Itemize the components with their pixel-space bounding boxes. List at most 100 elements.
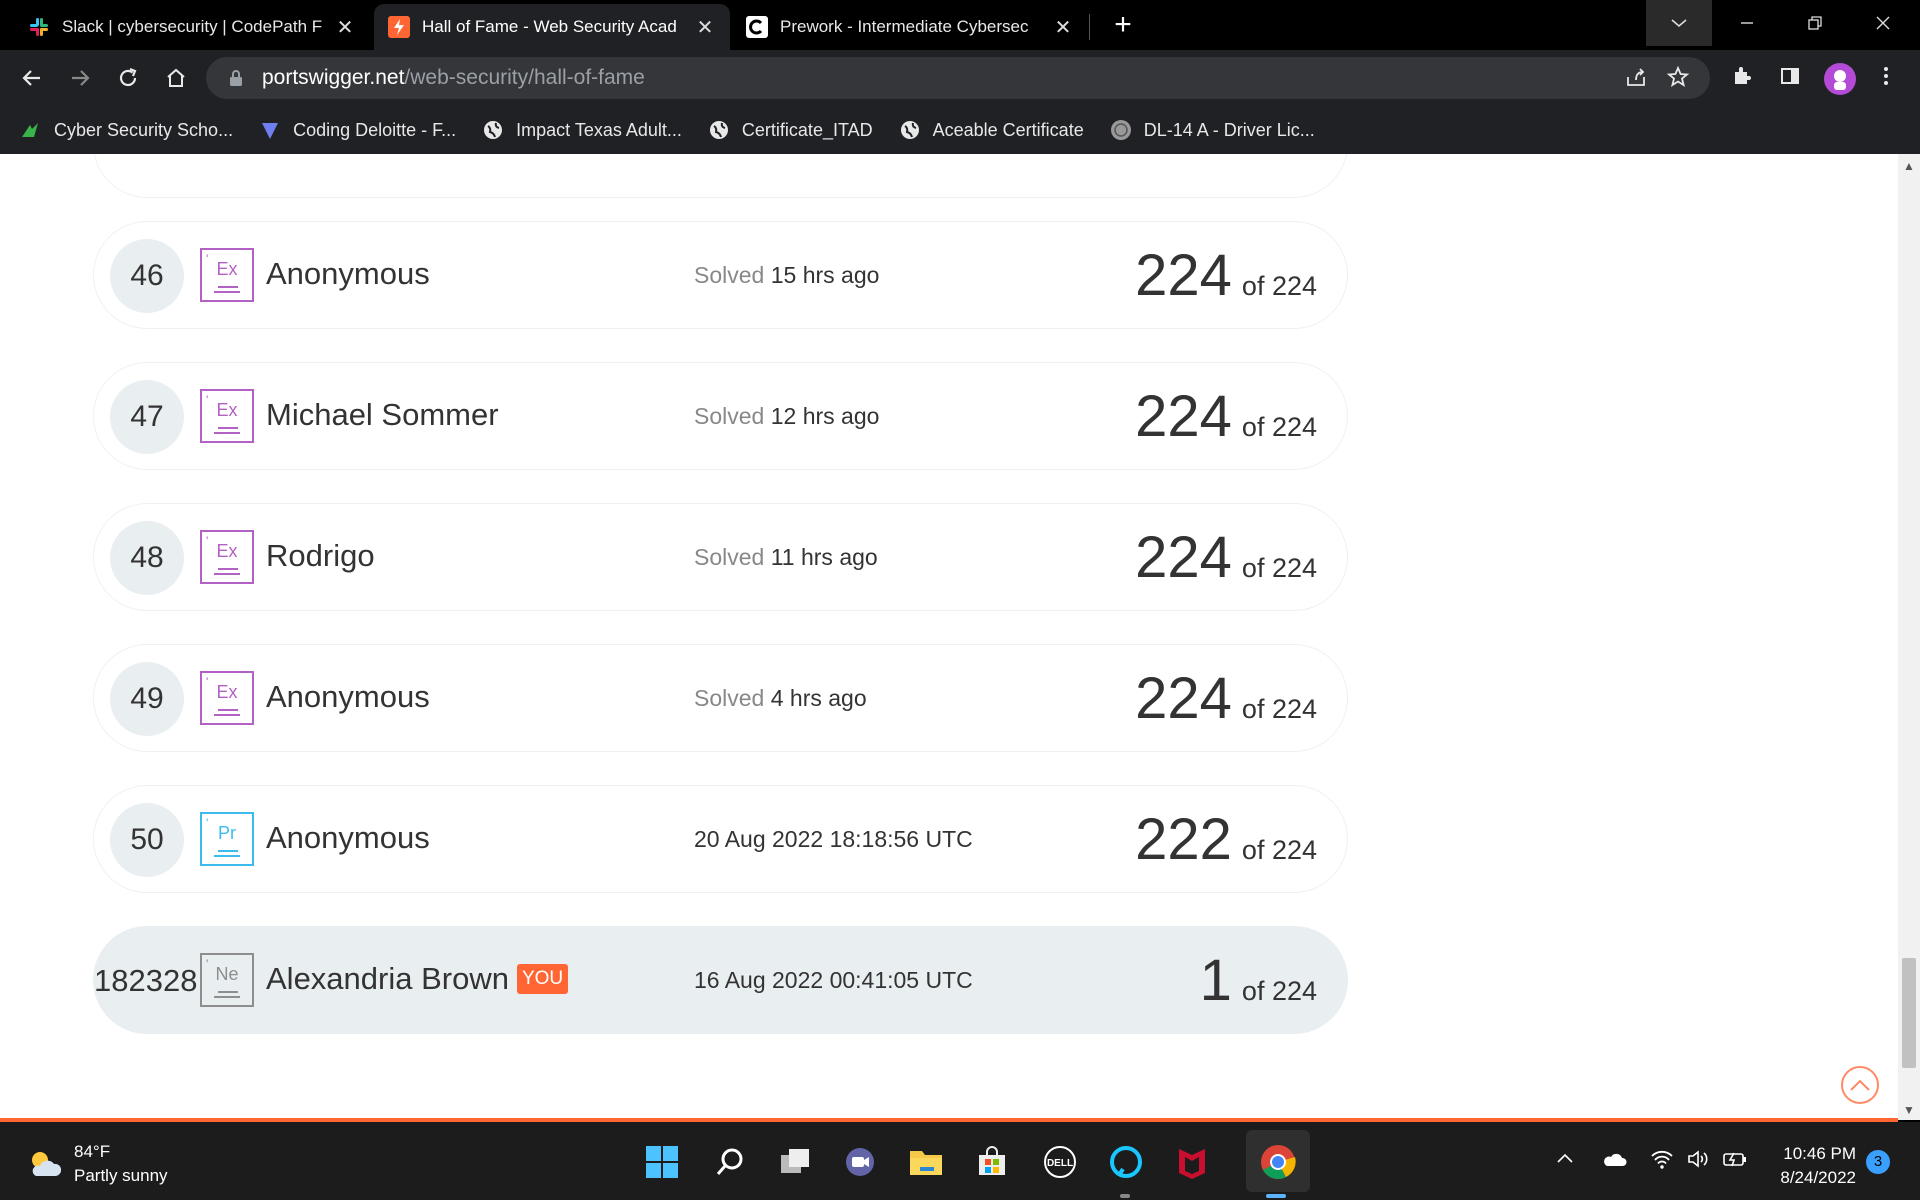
user-name-text: Anonymous [266,820,430,855]
reload-button[interactable] [108,58,148,98]
expert-badge-icon: ' Ex [200,671,254,725]
rank-number: 46 [110,239,184,313]
score-total: of 224 [1241,694,1317,724]
globe-icon [709,121,728,139]
clock-time: 10:46 PM [1783,1144,1856,1163]
windows-taskbar: 84°F Partly sunny DELL 10:46 PM 8/24/202… [0,1122,1920,1200]
codepath-icon [746,16,768,38]
task-view-icon[interactable] [776,1142,816,1182]
windows-start-icon[interactable] [642,1142,682,1182]
tab-separator [1089,14,1090,40]
side-panel-icon[interactable] [1776,64,1804,92]
leaderboard-row: 50 ' Pr Anonymous 20 Aug 2022 18:18:56 UT… [93,785,1348,893]
address-bar[interactable]: portswigger.net/web-security/hall-of-fam… [206,57,1710,99]
user-name-text: Anonymous [266,679,430,714]
rank-number: 49 [110,662,184,736]
onedrive-cloud-icon[interactable] [1602,1148,1628,1176]
notification-count-badge[interactable]: 3 [1866,1150,1890,1174]
wifi-icon[interactable] [1650,1148,1674,1176]
tab-slack[interactable]: Slack | cybersecurity | CodePath F ✕ [14,4,370,50]
user-name: Anonymous [266,256,430,292]
bookmark-item[interactable]: Certificate_ITAD [708,119,873,141]
score-value: 224 [1135,525,1232,590]
chrome-icon[interactable] [1258,1142,1298,1182]
bookmark-label: Aceable Certificate [932,119,1084,140]
badge-label: Ex [216,400,238,420]
close-tab-icon[interactable]: ✕ [334,15,356,40]
globe-icon [484,121,503,139]
score-value: 222 [1135,807,1232,872]
globe-icon [900,121,919,139]
solved-label: Solved [694,403,765,429]
url-path: /web-security/hall-of-fame [404,66,645,89]
alexa-icon[interactable] [1106,1142,1146,1182]
back-button[interactable] [12,58,52,98]
score-total: of 224 [1241,412,1317,442]
profile-avatar[interactable] [1824,63,1856,95]
running-indicator-active [1266,1194,1286,1198]
extensions-icon[interactable] [1728,64,1756,92]
scrollbar-thumb[interactable] [1902,958,1916,1068]
home-button[interactable] [156,58,196,98]
bookmark-item[interactable]: DL-14 A - Driver Lic... [1110,119,1315,141]
bookmarks-bar: Cyber Security Scho... Coding Deloitte -… [0,106,1920,154]
forward-button[interactable] [60,58,100,98]
score: 222 of 224 [1135,806,1317,873]
score-total: of 224 [1241,835,1317,865]
teams-chat-icon[interactable] [840,1142,880,1182]
minimize-button[interactable] [1714,0,1780,46]
seal-icon [1110,120,1131,140]
restore-button[interactable] [1782,0,1848,46]
bookmark-item[interactable]: Cyber Security Scho... [20,119,233,141]
microsoft-store-icon[interactable] [972,1142,1012,1182]
close-tab-icon[interactable]: ✕ [694,15,716,40]
score: 224 of 224 [1135,524,1317,591]
bookmark-leaf-icon [22,123,38,137]
bookmark-label: Certificate_ITAD [741,119,873,140]
portswigger-icon [388,16,410,38]
system-clock[interactable]: 10:46 PM 8/24/2022 [1760,1142,1856,1190]
volume-icon[interactable] [1686,1148,1710,1176]
solved-label: Solved [694,262,765,288]
battery-charging-icon[interactable] [1722,1148,1748,1176]
weather-condition: Partly sunny [74,1166,168,1185]
menu-kebab-icon[interactable] [1872,64,1900,92]
score: 224 of 224 [1135,242,1317,309]
scroll-up-arrow-icon[interactable]: ▲ [1898,156,1920,176]
browser-toolbar: portswigger.net/web-security/hall-of-fam… [0,50,1920,106]
close-tab-icon[interactable]: ✕ [1052,15,1074,40]
mcafee-icon[interactable] [1172,1142,1212,1182]
dell-icon[interactable]: DELL [1040,1142,1080,1182]
file-explorer-icon[interactable] [906,1142,946,1182]
solved-time: Solved 11 hrs ago [694,544,878,571]
share-icon[interactable] [1622,65,1650,93]
practitioner-badge-icon: ' Pr [200,812,254,866]
weather-widget[interactable]: 84°F Partly sunny [26,1140,168,1188]
tab-search-button[interactable] [1646,0,1712,46]
leaderboard-row: 47 ' Ex Michael Sommer Solved 12 hrs ago … [93,362,1348,470]
svg-text:DELL: DELL [1047,1158,1073,1169]
page-scrollbar[interactable]: ▲ ▼ [1898,154,1920,1120]
bookmark-star-icon[interactable] [1664,65,1692,93]
close-window-button[interactable] [1850,0,1916,46]
search-icon[interactable] [710,1142,750,1182]
new-tab-button[interactable]: + [1106,8,1140,42]
score: 224 of 224 [1135,383,1317,450]
user-name-text: Rodrigo [266,538,375,573]
scroll-to-top-button[interactable] [1841,1066,1879,1104]
bookmark-item[interactable]: Coding Deloitte - F... [259,119,456,141]
bookmark-label: Impact Texas Adult... [516,119,682,140]
solved-time-value: 4 hrs ago [770,685,867,711]
score: 224 of 224 [1135,665,1317,732]
tab-prework[interactable]: Prework - Intermediate Cybersec ✕ [732,4,1088,50]
score-total: of 224 [1241,271,1317,301]
tab-hall-of-fame[interactable]: Hall of Fame - Web Security Acad ✕ [374,4,730,50]
completion-date: 20 Aug 2022 18:18:56 UTC [694,826,973,853]
bookmark-item[interactable]: Aceable Certificate [899,119,1084,141]
rank-number: 47 [110,380,184,454]
bookmark-item[interactable]: Impact Texas Adult... [482,119,682,141]
restore-icon [1808,16,1822,30]
clock-date: 8/24/2022 [1780,1168,1856,1187]
scroll-down-arrow-icon[interactable]: ▼ [1898,1100,1920,1120]
show-hidden-icons-chevron-icon[interactable] [1554,1148,1576,1176]
